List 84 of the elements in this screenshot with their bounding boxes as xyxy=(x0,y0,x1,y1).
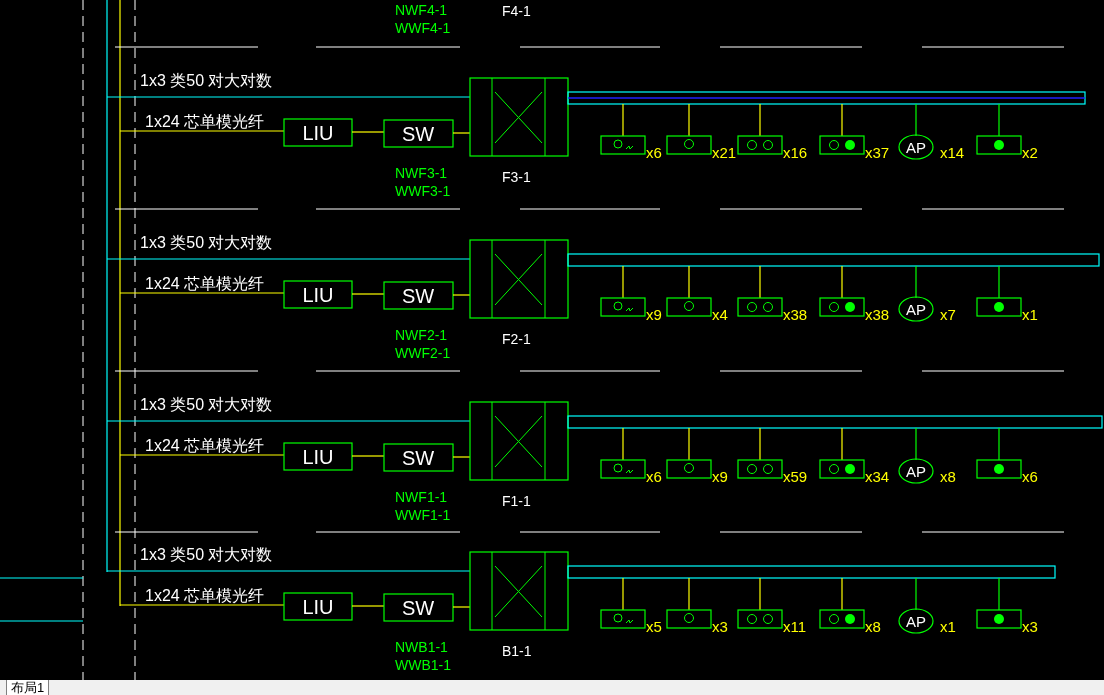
ww-label: WWB1-1 xyxy=(395,657,451,673)
switch-label: SW xyxy=(401,285,435,307)
outlet-count: x8 xyxy=(940,468,956,485)
switch-label: SW xyxy=(401,447,435,469)
cable-label: 1x3 类50 对大对数 xyxy=(140,72,273,89)
ww-label: WWF4-1 xyxy=(395,20,451,36)
double-outlet-icon xyxy=(737,459,783,479)
double-outlet-icon xyxy=(737,609,783,629)
outlet-count: x3 xyxy=(1022,618,1038,635)
outlet-count: x3 xyxy=(712,618,728,635)
cable-label: 1x24 芯单模光纤 xyxy=(145,113,265,130)
combo-outlet-icon xyxy=(819,297,865,317)
double-outlet-icon xyxy=(737,135,783,155)
outlet-count: x6 xyxy=(646,468,662,485)
outlet-count: x8 xyxy=(865,618,881,635)
liu-label: LIU xyxy=(302,596,334,618)
access-point-label: AP xyxy=(906,613,926,630)
outlet-count: x38 xyxy=(783,306,808,323)
outlet-count: x9 xyxy=(712,468,728,485)
combo-outlet-icon xyxy=(819,135,865,155)
outlet-count: x21 xyxy=(712,144,737,161)
ww-label: WWF2-1 xyxy=(395,345,451,361)
single-outlet-icon xyxy=(666,609,712,629)
switch-label: SW xyxy=(401,123,435,145)
outlet-count: x16 xyxy=(783,144,808,161)
nw-label: NWF3-1 xyxy=(395,165,448,181)
ww-label: WWF3-1 xyxy=(395,183,451,199)
outlet-count: x7 xyxy=(940,306,956,323)
nw-label: NWF2-1 xyxy=(395,327,448,343)
cable-label: 1x3 类50 对大对数 xyxy=(140,234,273,251)
outlet-count: x34 xyxy=(865,468,890,485)
outlet-count: x6 xyxy=(646,144,662,161)
outlet-count: x38 xyxy=(865,306,890,323)
switch-box xyxy=(383,119,454,148)
cable-label: 1x3 类50 对大对数 xyxy=(140,396,273,413)
voice-data-outlet-icon xyxy=(600,135,646,155)
access-point-label: AP xyxy=(906,463,926,480)
ww-label: WWF1-1 xyxy=(395,507,451,523)
liu-label: LIU xyxy=(302,284,334,306)
single-outlet-icon xyxy=(666,459,712,479)
liu-box xyxy=(283,592,353,621)
switch-label: SW xyxy=(401,597,435,619)
switch-box xyxy=(383,443,454,472)
nw-label: NWB1-1 xyxy=(395,639,448,655)
rack-label: F1-1 xyxy=(502,493,531,509)
switch-box xyxy=(383,593,454,622)
liu-box xyxy=(283,442,353,471)
liu-box xyxy=(283,118,353,147)
combo-outlet-icon xyxy=(819,609,865,629)
outlet-count: x37 xyxy=(865,144,890,161)
liu-label: LIU xyxy=(302,446,334,468)
rack-label: F3-1 xyxy=(502,169,531,185)
layout-tab[interactable]: 布局1 xyxy=(6,680,50,695)
nw-label: NWF4-1 xyxy=(395,2,448,18)
liu-box xyxy=(283,280,353,309)
outlet-count: x9 xyxy=(646,306,662,323)
cable-label: 1x24 芯单模光纤 xyxy=(145,587,265,604)
cable-label: 1x24 芯单模光纤 xyxy=(145,437,265,454)
voice-data-outlet-icon xyxy=(600,297,646,317)
rack-label: B1-1 xyxy=(502,643,532,659)
nw-label: NWF1-1 xyxy=(395,489,448,505)
rack-label: F2-1 xyxy=(502,331,531,347)
outlet-count: x2 xyxy=(1022,144,1038,161)
outlet-count: x14 xyxy=(940,144,965,161)
switch-box xyxy=(383,281,454,310)
cable-label: 1x3 类50 对大对数 xyxy=(140,546,273,563)
cable-label: 1x24 芯单模光纤 xyxy=(145,275,265,292)
outlet-count: x5 xyxy=(646,618,662,635)
outlet-count: x4 xyxy=(712,306,728,323)
access-point-label: AP xyxy=(906,139,926,156)
voice-data-outlet-icon xyxy=(600,459,646,479)
outlet-count: x11 xyxy=(783,618,807,635)
outlet-count: x1 xyxy=(940,618,956,635)
rack-label: F4-1 xyxy=(502,3,531,19)
outlet-count: x59 xyxy=(783,468,808,485)
voice-data-outlet-icon xyxy=(600,609,646,629)
liu-label: LIU xyxy=(302,122,334,144)
combo-outlet-icon xyxy=(819,459,865,479)
access-point-label: AP xyxy=(906,301,926,318)
double-outlet-icon xyxy=(737,297,783,317)
single-outlet-icon xyxy=(666,297,712,317)
outlet-count: x1 xyxy=(1022,306,1038,323)
outlet-count: x6 xyxy=(1022,468,1038,485)
single-outlet-icon xyxy=(666,135,712,155)
